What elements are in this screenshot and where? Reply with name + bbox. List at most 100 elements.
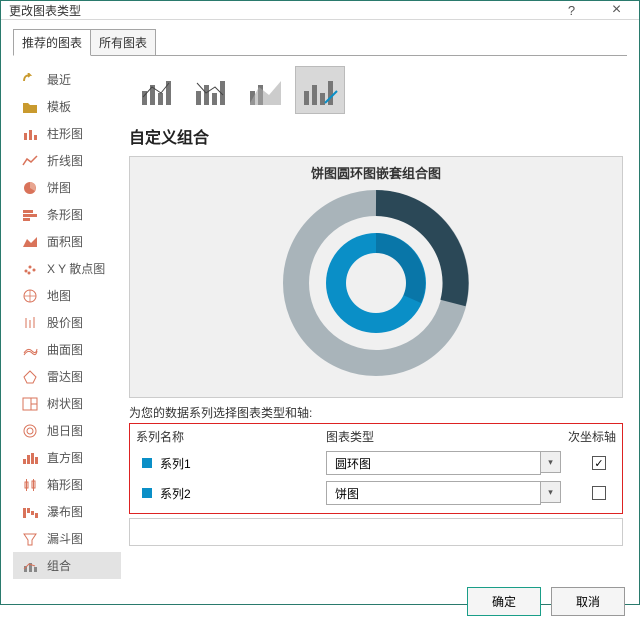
tab-recommended[interactable]: 推荐的图表 [13, 29, 91, 56]
combo-thumb-2[interactable] [187, 66, 237, 114]
sidebar-item-label: 折线图 [47, 152, 83, 169]
chevron-down-icon[interactable]: ▾ [541, 481, 561, 503]
series-swatch-icon [142, 488, 152, 498]
donut-chart [281, 188, 471, 378]
sidebar-item-label: 旭日图 [47, 422, 83, 439]
map-chart-icon [21, 288, 39, 304]
sidebar-item-label: 直方图 [47, 449, 83, 466]
select-value: 饼图 [335, 485, 359, 502]
header-secondary-axis: 次坐标轴 [561, 428, 616, 445]
sidebar-item-label: 箱形图 [47, 476, 83, 493]
sidebar-item-label: 面积图 [47, 233, 83, 250]
chart-type-select-1[interactable]: 圆环图 ▾ [326, 451, 561, 475]
combo-subtypes [129, 66, 623, 114]
box-whisker-icon [21, 477, 39, 493]
sidebar-item-histogram[interactable]: 直方图 [13, 444, 121, 471]
combo-chart-icon [21, 558, 39, 574]
tab-all-charts[interactable]: 所有图表 [91, 29, 156, 56]
series-table-label: 为您的数据系列选择图表类型和轴: [129, 404, 623, 421]
bar-chart-icon [21, 207, 39, 223]
series-config-box: 系列名称 图表类型 次坐标轴 系列1 圆环图 ▾ ✓ 系列2 [129, 423, 623, 514]
series-name: 系列2 [160, 485, 326, 502]
change-chart-type-dialog: 更改图表类型 ? × 推荐的图表 所有图表 最近 模板 柱形图 折线图 饼图 条… [0, 0, 640, 605]
pie-chart-icon [21, 180, 39, 196]
sidebar-item-combo[interactable]: 组合 [13, 552, 121, 579]
secondary-axis-checkbox-1[interactable]: ✓ [592, 456, 606, 470]
combo-subtitle: 自定义组合 [129, 124, 623, 148]
sidebar-item-label: 地图 [47, 287, 71, 304]
sidebar-item-label: 模板 [47, 98, 71, 115]
sidebar-item-column[interactable]: 柱形图 [13, 120, 121, 147]
sidebar-item-label: 树状图 [47, 395, 83, 412]
header-chart-type: 图表类型 [326, 428, 561, 445]
sidebar-item-boxwhisker[interactable]: 箱形图 [13, 471, 121, 498]
series-row-1: 系列1 圆环图 ▾ ✓ [136, 451, 616, 475]
sidebar-item-label: 饼图 [47, 179, 71, 196]
tab-bar: 推荐的图表 所有图表 [1, 20, 639, 55]
sidebar-item-surface[interactable]: 曲面图 [13, 336, 121, 363]
sidebar-item-waterfall[interactable]: 瀑布图 [13, 498, 121, 525]
sidebar-item-area[interactable]: 面积图 [13, 228, 121, 255]
series-row-2: 系列2 饼图 ▾ [136, 481, 616, 505]
window-title: 更改图表类型 [9, 2, 81, 19]
sidebar-item-scatter[interactable]: X Y 散点图 [13, 255, 121, 282]
combo-thumb-3[interactable] [241, 66, 291, 114]
close-button[interactable]: × [594, 1, 639, 19]
combo-thumb-1[interactable] [133, 66, 183, 114]
sidebar-item-radar[interactable]: 雷达图 [13, 363, 121, 390]
histogram-chart-icon [21, 450, 39, 466]
sidebar-item-templates[interactable]: 模板 [13, 93, 121, 120]
dialog-content: 最近 模板 柱形图 折线图 饼图 条形图 面积图 X Y 散点图 地图 股价图 … [13, 55, 627, 579]
sidebar-item-treemap[interactable]: 树状图 [13, 390, 121, 417]
sidebar-item-label: 雷达图 [47, 368, 83, 385]
chart-type-sidebar: 最近 模板 柱形图 折线图 饼图 条形图 面积图 X Y 散点图 地图 股价图 … [13, 56, 121, 579]
scatter-chart-icon [21, 261, 39, 277]
stock-chart-icon [21, 315, 39, 331]
sidebar-item-map[interactable]: 地图 [13, 282, 121, 309]
sidebar-item-label: 股价图 [47, 314, 83, 331]
sidebar-item-recent[interactable]: 最近 [13, 66, 121, 93]
radar-chart-icon [21, 369, 39, 385]
chevron-down-icon[interactable]: ▾ [541, 451, 561, 473]
sidebar-item-bar[interactable]: 条形图 [13, 201, 121, 228]
line-chart-icon [21, 153, 39, 169]
area-chart-icon [21, 234, 39, 250]
secondary-axis-checkbox-2[interactable] [592, 486, 606, 500]
preview-title: 饼图圆环图嵌套组合图 [311, 163, 441, 182]
chart-preview: 饼图圆环图嵌套组合图 [129, 156, 623, 398]
cancel-button[interactable]: 取消 [551, 587, 625, 616]
dialog-footer: 确定 取消 [1, 579, 639, 624]
sidebar-item-label: 瀑布图 [47, 503, 83, 520]
folder-icon [21, 99, 39, 115]
series-header: 系列名称 图表类型 次坐标轴 [136, 428, 616, 445]
main-panel: 自定义组合 饼图圆环图嵌套组合图 为您的数据系列选择图表类型和轴: 系列名称 [121, 56, 627, 579]
sidebar-item-funnel[interactable]: 漏斗图 [13, 525, 121, 552]
ok-button[interactable]: 确定 [467, 587, 541, 616]
sidebar-item-pie[interactable]: 饼图 [13, 174, 121, 201]
sidebar-item-label: 漏斗图 [47, 530, 83, 547]
header-series-name: 系列名称 [136, 428, 326, 445]
series-name: 系列1 [160, 455, 326, 472]
sidebar-item-label: 柱形图 [47, 125, 83, 142]
sidebar-item-label: 组合 [47, 557, 71, 574]
column-chart-icon [21, 126, 39, 142]
surface-chart-icon [21, 342, 39, 358]
help-button[interactable]: ? [549, 1, 594, 19]
sidebar-item-label: 条形图 [47, 206, 83, 223]
sunburst-chart-icon [21, 423, 39, 439]
combo-thumb-custom[interactable] [295, 66, 345, 114]
chart-type-select-2[interactable]: 饼图 ▾ [326, 481, 561, 505]
window-controls: ? × [549, 1, 639, 19]
sidebar-item-label: X Y 散点图 [47, 260, 105, 277]
sidebar-item-sunburst[interactable]: 旭日图 [13, 417, 121, 444]
recent-icon [21, 72, 39, 88]
description-area [129, 518, 623, 546]
funnel-chart-icon [21, 531, 39, 547]
treemap-chart-icon [21, 396, 39, 412]
series-swatch-icon [142, 458, 152, 468]
sidebar-item-stock[interactable]: 股价图 [13, 309, 121, 336]
sidebar-item-line[interactable]: 折线图 [13, 147, 121, 174]
sidebar-item-label: 最近 [47, 71, 71, 88]
titlebar: 更改图表类型 ? × [1, 1, 639, 20]
waterfall-chart-icon [21, 504, 39, 520]
